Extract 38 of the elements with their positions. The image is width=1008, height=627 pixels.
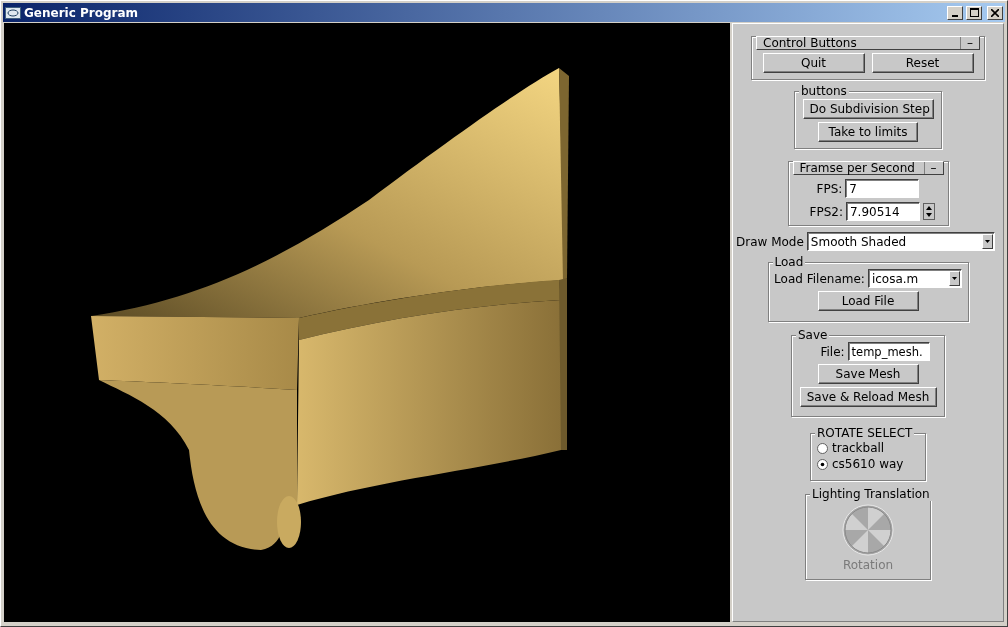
group-title: ROTATE SELECT: [815, 426, 915, 440]
push-button[interactable]: Reset: [871, 53, 974, 73]
dropdown[interactable]: icosa.m: [867, 269, 962, 288]
minimize-button[interactable]: [947, 5, 963, 20]
control-label: Rotation: [842, 558, 894, 572]
maximize-button[interactable]: [966, 5, 982, 20]
app-icon: [5, 6, 21, 19]
field-label: Load Filename:: [774, 271, 865, 286]
group-title: Framse per Second: [798, 162, 916, 174]
push-button[interactable]: Save & Reload Mesh: [799, 387, 937, 407]
push-button[interactable]: Do Subdivision Step: [802, 99, 934, 119]
window-title: Generic Program: [24, 5, 140, 20]
maximize-icon: [969, 8, 979, 17]
push-button[interactable]: Quit: [762, 53, 865, 73]
text-field[interactable]: 7: [845, 179, 920, 198]
close-button[interactable]: [987, 5, 1003, 20]
radio-option[interactable]: trackball: [817, 440, 885, 456]
radio-option[interactable]: cs5610 way: [817, 456, 904, 472]
text-field[interactable]: 7.90514: [845, 202, 920, 221]
collapse-button[interactable]: –: [960, 37, 979, 49]
close-icon: [991, 8, 999, 17]
push-button[interactable]: Take to limits: [818, 122, 918, 142]
minimize-icon: [952, 14, 958, 17]
group-title: Lighting Translation: [810, 487, 932, 501]
field-label: File:: [820, 344, 845, 359]
field-label: Draw Mode: [736, 234, 804, 249]
group-title: Load: [772, 255, 806, 269]
push-button[interactable]: Save Mesh: [817, 364, 919, 384]
group-title: buttons: [799, 84, 849, 98]
group-title: Control Buttons: [762, 37, 858, 49]
group-title: Save: [796, 328, 830, 342]
field-label: FPS:: [816, 181, 843, 196]
field-label: FPS2:: [809, 204, 843, 219]
text-field[interactable]: temp_mesh.: [847, 342, 930, 361]
collapse-button[interactable]: –: [923, 162, 943, 174]
push-button[interactable]: Load File: [817, 291, 919, 311]
dropdown[interactable]: Smooth Shaded: [806, 232, 995, 251]
spinner-arrows-icon[interactable]: [922, 203, 935, 220]
